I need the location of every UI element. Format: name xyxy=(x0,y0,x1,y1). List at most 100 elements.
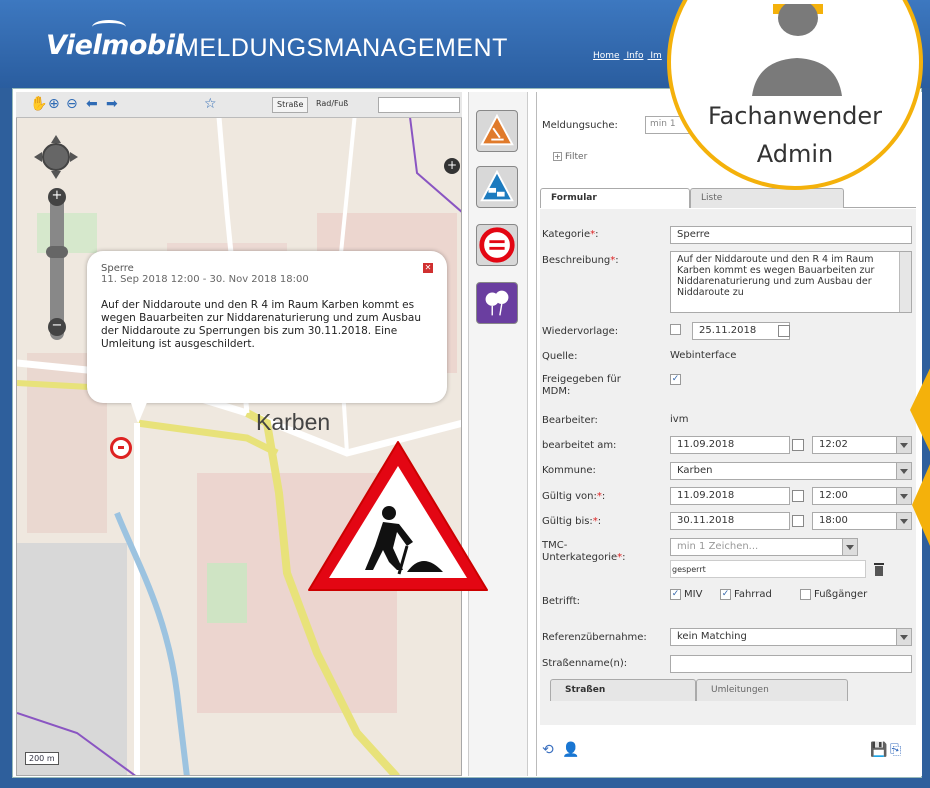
popup-category: Sperre xyxy=(101,263,134,274)
gueltig-bis-date-field[interactable]: 30.11.2018 xyxy=(670,512,790,530)
roadworks-category-icon[interactable] xyxy=(476,110,518,152)
save-as-icon[interactable]: ⎘ xyxy=(890,742,901,758)
construction-sign-icon xyxy=(308,441,488,591)
quelle-label: Quelle: xyxy=(542,351,578,362)
event-category-icon[interactable] xyxy=(476,282,518,324)
tmc-select[interactable]: min 1 Zeichen... xyxy=(670,538,858,556)
map-search-input[interactable] xyxy=(378,97,460,113)
fahrrad-label: Fahrrad xyxy=(734,589,772,600)
popup-tail xyxy=(130,400,148,424)
filter-expand-icon[interactable]: + xyxy=(553,152,562,161)
map-toolbar: ✋ ⊕ ⊖ ⬅ ➡ ☆ Straße Rad/Fuß xyxy=(16,92,462,118)
tab-strassen[interactable]: Straßen xyxy=(550,679,696,701)
zoom-in-icon[interactable]: ⊕ xyxy=(48,96,60,112)
role-badge: Fachanwender Admin xyxy=(667,0,923,190)
bearbeitet-time-select[interactable]: 12:02 xyxy=(812,436,912,454)
refresh-icon[interactable]: ⟲ xyxy=(542,742,554,758)
kategorie-field[interactable]: Sperre xyxy=(670,226,912,244)
map-city-label: Karben xyxy=(256,409,331,435)
tmc-label: TMC-Unterkategorie*: xyxy=(542,540,626,563)
popup-description: Auf der Niddaroute und den R 4 im Raum K… xyxy=(101,299,422,350)
tab-liste[interactable]: Liste xyxy=(690,188,844,208)
logo-swoosh xyxy=(92,20,126,34)
bottom-tabs: Straßen Umleitungen xyxy=(540,679,916,701)
gueltig-von-calendar-icon[interactable] xyxy=(792,490,804,502)
zoom-minus-icon[interactable]: − xyxy=(48,318,66,336)
zoom-plus-icon[interactable]: + xyxy=(48,188,66,206)
map-expand-icon[interactable]: + xyxy=(444,158,460,174)
pan-up-icon[interactable] xyxy=(51,135,61,143)
betrifft-label: Betrifft: xyxy=(542,596,581,607)
pan-left-icon[interactable] xyxy=(34,152,42,162)
gueltig-bis-time-select[interactable]: 18:00 xyxy=(812,512,912,530)
fahrrad-checkbox[interactable]: ✓ xyxy=(720,589,731,600)
fussgaenger-label: Fußgänger xyxy=(814,589,868,600)
tmc-chip[interactable]: gesperrt xyxy=(672,565,706,574)
app-logo[interactable]: Vielmobil xyxy=(46,30,184,61)
zoom-out-icon[interactable]: ⊖ xyxy=(66,96,78,112)
nav-link-info[interactable]: Info xyxy=(626,51,643,61)
role-line1: Fachanwender xyxy=(707,102,883,130)
header-nav: Home Info Im xyxy=(593,51,666,61)
favorites-star-icon[interactable]: ☆ xyxy=(204,96,217,112)
pan-right-icon[interactable] xyxy=(70,152,78,162)
gueltig-bis-calendar-icon[interactable] xyxy=(792,515,804,527)
freigegeben-checkbox[interactable]: ✓ xyxy=(670,374,681,385)
tab-umleitungen[interactable]: Umleitungen xyxy=(696,679,848,701)
user-shoulders-icon xyxy=(752,58,842,96)
street-layer-button[interactable]: Straße xyxy=(272,97,309,113)
user-avatar-icon xyxy=(773,4,823,36)
kommune-select[interactable]: Karben xyxy=(670,462,912,480)
save-icon[interactable]: 💾 xyxy=(870,742,887,758)
strassenname-label: Straßenname(n): xyxy=(542,658,628,669)
tab-formular[interactable]: Formular xyxy=(540,188,690,208)
map-view[interactable] xyxy=(16,92,462,776)
filter-toggle[interactable]: + Filter xyxy=(553,152,587,162)
user-search-icon[interactable]: 👤 xyxy=(562,742,579,758)
forward-arrow-icon[interactable]: ➡ xyxy=(106,96,118,112)
bearbeiter-label: Bearbeiter: xyxy=(542,415,598,426)
form-tabs: Formular Liste xyxy=(540,188,916,208)
filter-label: Filter xyxy=(565,152,588,162)
nav-link-home[interactable]: Home xyxy=(593,51,620,61)
map-scale-bar: 200 m xyxy=(25,752,59,765)
kommune-label: Kommune: xyxy=(542,465,596,476)
closure-marker-icon[interactable] xyxy=(110,437,132,459)
map-popup: Sperre 11. Sep 2018 12:00 - 30. Nov 2018… xyxy=(87,251,447,403)
pan-circle xyxy=(42,143,70,171)
trash-icon[interactable] xyxy=(873,561,885,577)
wiedervorlage-checkbox[interactable] xyxy=(670,324,681,335)
miv-checkbox[interactable]: ✓ xyxy=(670,589,681,600)
pan-down-icon[interactable] xyxy=(51,171,61,179)
beschreibung-textarea[interactable]: Auf der Niddaroute und den R 4 im Raum K… xyxy=(670,251,912,313)
quelle-value: Webinterface xyxy=(670,350,737,361)
role-line2: Admin xyxy=(756,140,834,168)
map-canvas xyxy=(17,93,461,775)
pan-hand-icon[interactable]: ✋ xyxy=(30,96,47,112)
bearbeitet-date-field[interactable]: 11.09.2018 xyxy=(670,436,790,454)
decoration-arrow-bottom xyxy=(912,455,930,555)
strassenname-field[interactable] xyxy=(670,655,912,673)
wiedervorlage-label: Wiedervorlage: xyxy=(542,326,619,337)
nav-link-impressum[interactable]: Im xyxy=(650,51,661,61)
wiedervorlage-date-field[interactable]: 25.11.2018 xyxy=(692,322,790,340)
bearbeitet-calendar-icon[interactable] xyxy=(792,439,804,451)
back-arrow-icon[interactable]: ⬅ xyxy=(86,96,98,112)
bearbeiter-value: ivm xyxy=(670,414,689,425)
congestion-category-icon[interactable] xyxy=(476,166,518,208)
pan-control[interactable] xyxy=(34,135,78,179)
zoom-slider-handle[interactable] xyxy=(46,246,68,258)
fussgaenger-checkbox[interactable] xyxy=(800,589,811,600)
gueltig-von-time-select[interactable]: 12:00 xyxy=(812,487,912,505)
popup-close-icon[interactable]: ✕ xyxy=(423,263,433,273)
wiedervorlage-calendar-icon[interactable] xyxy=(778,325,790,337)
bearbeitet-label: bearbeitet am: xyxy=(542,440,617,451)
search-label: Meldungsuche: xyxy=(542,120,618,131)
bike-layer-button[interactable]: Rad/Fuß xyxy=(312,97,352,113)
beschreibung-scrollbar[interactable] xyxy=(899,252,911,312)
gueltig-von-date-field[interactable]: 11.09.2018 xyxy=(670,487,790,505)
app-title: MELDUNGSMANAGEMENT xyxy=(178,34,508,62)
closure-category-icon[interactable] xyxy=(476,224,518,266)
referenz-select[interactable]: kein Matching xyxy=(670,628,912,646)
decoration-arrow-top xyxy=(910,360,930,460)
